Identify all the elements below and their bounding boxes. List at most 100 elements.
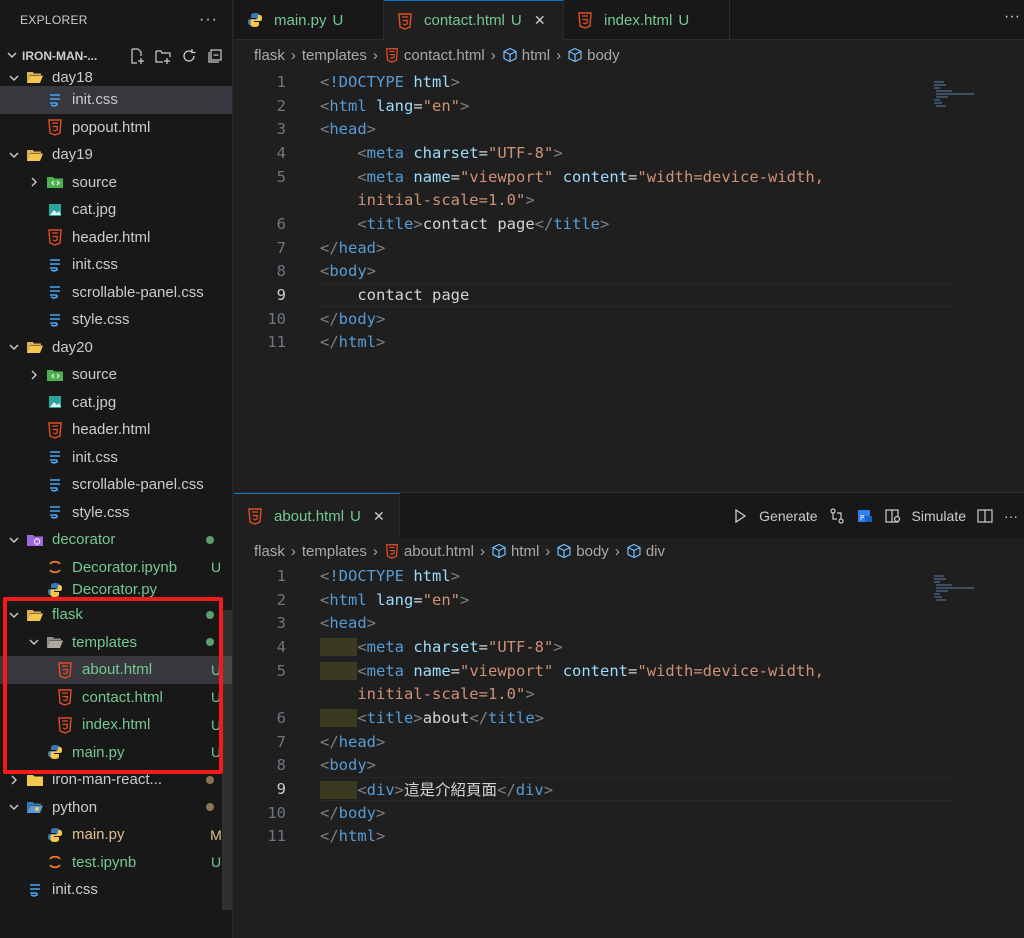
- explorer-scrollbar[interactable]: [222, 610, 232, 910]
- folder-item[interactable]: python: [0, 794, 232, 822]
- file-item[interactable]: scrollable-panel.css: [0, 471, 232, 499]
- file-item[interactable]: Decorator.ipynb U: [0, 554, 232, 582]
- file-item[interactable]: init.css: [0, 251, 232, 279]
- open-preview-icon[interactable]: [884, 507, 902, 525]
- breadcrumb-item[interactable]: div: [626, 543, 665, 560]
- chevron-down-icon[interactable]: [6, 532, 22, 548]
- breadcrumb-item[interactable]: body: [556, 543, 609, 560]
- tabs-more-button[interactable]: ···: [1004, 8, 1020, 26]
- code-line[interactable]: 5 <meta name="viewport" content="width=d…: [234, 165, 1024, 189]
- code-line[interactable]: 1 <!DOCTYPE html>: [234, 70, 1024, 94]
- new-folder-icon[interactable]: [154, 47, 172, 65]
- split-editor-icon[interactable]: [976, 507, 994, 525]
- close-icon[interactable]: ✕: [532, 12, 548, 29]
- extension-badge-icon[interactable]: P: [856, 507, 874, 525]
- chevron-down-icon[interactable]: [6, 339, 22, 355]
- code-pane-contact[interactable]: 1 <!DOCTYPE html> 2 <html lang="en"> 3 <head>…: [234, 70, 1024, 354]
- breadcrumb-item[interactable]: templates: [302, 47, 367, 64]
- generate-button[interactable]: Generate: [759, 508, 817, 524]
- breadcrumb-item[interactable]: flask: [254, 47, 285, 64]
- collapse-all-icon[interactable]: [206, 47, 224, 65]
- file-item[interactable]: style.css: [0, 499, 232, 527]
- chevron-right-icon[interactable]: [26, 174, 42, 190]
- chevron-right-icon[interactable]: [6, 772, 22, 788]
- tab-main-py[interactable]: main.py U: [234, 0, 384, 40]
- explorer-more-button[interactable]: ···: [199, 11, 218, 29]
- file-item[interactable]: Decorator.py: [0, 581, 232, 601]
- code-line[interactable]: 9 contact page: [234, 283, 1024, 307]
- breadcrumb-item[interactable]: contact.html: [384, 47, 485, 64]
- code-line[interactable]: 1 <!DOCTYPE html>: [234, 564, 1024, 588]
- file-item[interactable]: about.html U: [0, 656, 232, 684]
- code-line[interactable]: 6 <title>about</title>: [234, 706, 1024, 730]
- code-line[interactable]: 2 <html lang="en">: [234, 94, 1024, 118]
- code-pane-about[interactable]: 1 <!DOCTYPE html> 2 <html lang="en"> 3 <head>…: [234, 564, 1024, 848]
- breadcrumb-item[interactable]: templates: [302, 543, 367, 560]
- folder-item[interactable]: day19: [0, 141, 232, 169]
- tab-contact-html[interactable]: contact.html U ✕: [384, 0, 564, 40]
- breadcrumb-item[interactable]: flask: [254, 543, 285, 560]
- breadcrumb-item[interactable]: about.html: [384, 543, 474, 560]
- folder-item[interactable]: day18: [0, 72, 232, 86]
- breadcrumb-item[interactable]: html: [502, 47, 550, 64]
- chevron-down-icon[interactable]: [6, 799, 22, 815]
- code-line[interactable]: 7 </head>: [234, 236, 1024, 260]
- code-line[interactable]: initial-scale=1.0">: [234, 188, 1024, 212]
- folder-item[interactable]: flask: [0, 601, 232, 629]
- chevron-right-icon[interactable]: [26, 367, 42, 383]
- breadcrumb-item[interactable]: body: [567, 47, 620, 64]
- chevron-down-icon[interactable]: [6, 607, 22, 623]
- code-line[interactable]: 10 </body>: [234, 801, 1024, 825]
- folder-item[interactable]: decorator: [0, 526, 232, 554]
- file-item[interactable]: main.py M: [0, 821, 232, 849]
- code-line[interactable]: 6 <title>contact page</title>: [234, 212, 1024, 236]
- breadcrumb-item[interactable]: html: [491, 543, 539, 560]
- file-item[interactable]: header.html: [0, 416, 232, 444]
- close-icon[interactable]: ✕: [371, 508, 387, 525]
- chevron-down-icon[interactable]: [26, 634, 42, 650]
- folder-item[interactable]: source: [0, 361, 232, 389]
- code-line[interactable]: 4 <meta charset="UTF-8">: [234, 635, 1024, 659]
- file-item[interactable]: init.css: [0, 876, 232, 904]
- code-line[interactable]: 3 <head>: [234, 117, 1024, 141]
- file-item[interactable]: style.css: [0, 306, 232, 334]
- folder-item[interactable]: templates: [0, 629, 232, 657]
- file-item[interactable]: popout.html: [0, 114, 232, 142]
- code-line[interactable]: 5 <meta name="viewport" content="width=d…: [234, 659, 1024, 683]
- workspace-root[interactable]: IRON-MAN-...: [0, 40, 232, 72]
- new-file-icon[interactable]: [128, 47, 146, 65]
- tab-index-html[interactable]: index.html U: [564, 0, 730, 40]
- chevron-down-icon[interactable]: [6, 72, 22, 86]
- file-item[interactable]: main.py U: [0, 739, 232, 767]
- file-item[interactable]: init.css: [0, 444, 232, 472]
- simulate-button[interactable]: Simulate: [912, 508, 966, 524]
- file-item[interactable]: init.css: [0, 86, 232, 114]
- folder-item[interactable]: source: [0, 169, 232, 197]
- folder-item[interactable]: day20: [0, 334, 232, 362]
- code-line[interactable]: 4 <meta charset="UTF-8">: [234, 141, 1024, 165]
- folder-item[interactable]: iron-man-react...: [0, 766, 232, 794]
- code-line[interactable]: 11 </html>: [234, 331, 1024, 355]
- file-item[interactable]: cat.jpg: [0, 196, 232, 224]
- code-line[interactable]: 9 <div>這是介紹頁面</div>: [234, 777, 1024, 801]
- tab-about-html[interactable]: about.html U ✕: [234, 493, 400, 538]
- code-line[interactable]: 8 <body>: [234, 260, 1024, 284]
- file-item[interactable]: index.html U: [0, 711, 232, 739]
- editor-more-button[interactable]: ···: [1004, 508, 1018, 524]
- file-item[interactable]: header.html: [0, 224, 232, 252]
- code-line[interactable]: 2 <html lang="en">: [234, 588, 1024, 612]
- compare-changes-icon[interactable]: [828, 507, 846, 525]
- code-line[interactable]: 11 </html>: [234, 825, 1024, 849]
- play-icon[interactable]: [731, 507, 749, 525]
- code-line[interactable]: 10 </body>: [234, 307, 1024, 331]
- code-line[interactable]: 3 <head>: [234, 611, 1024, 635]
- file-item[interactable]: scrollable-panel.css: [0, 279, 232, 307]
- chevron-down-icon[interactable]: [6, 147, 22, 163]
- refresh-icon[interactable]: [180, 47, 198, 65]
- code-line[interactable]: 8 <body>: [234, 754, 1024, 778]
- code-line[interactable]: initial-scale=1.0">: [234, 682, 1024, 706]
- file-item[interactable]: cat.jpg: [0, 389, 232, 417]
- file-item[interactable]: contact.html U: [0, 684, 232, 712]
- code-line[interactable]: 7 </head>: [234, 730, 1024, 754]
- file-item[interactable]: test.ipynb U: [0, 849, 232, 877]
